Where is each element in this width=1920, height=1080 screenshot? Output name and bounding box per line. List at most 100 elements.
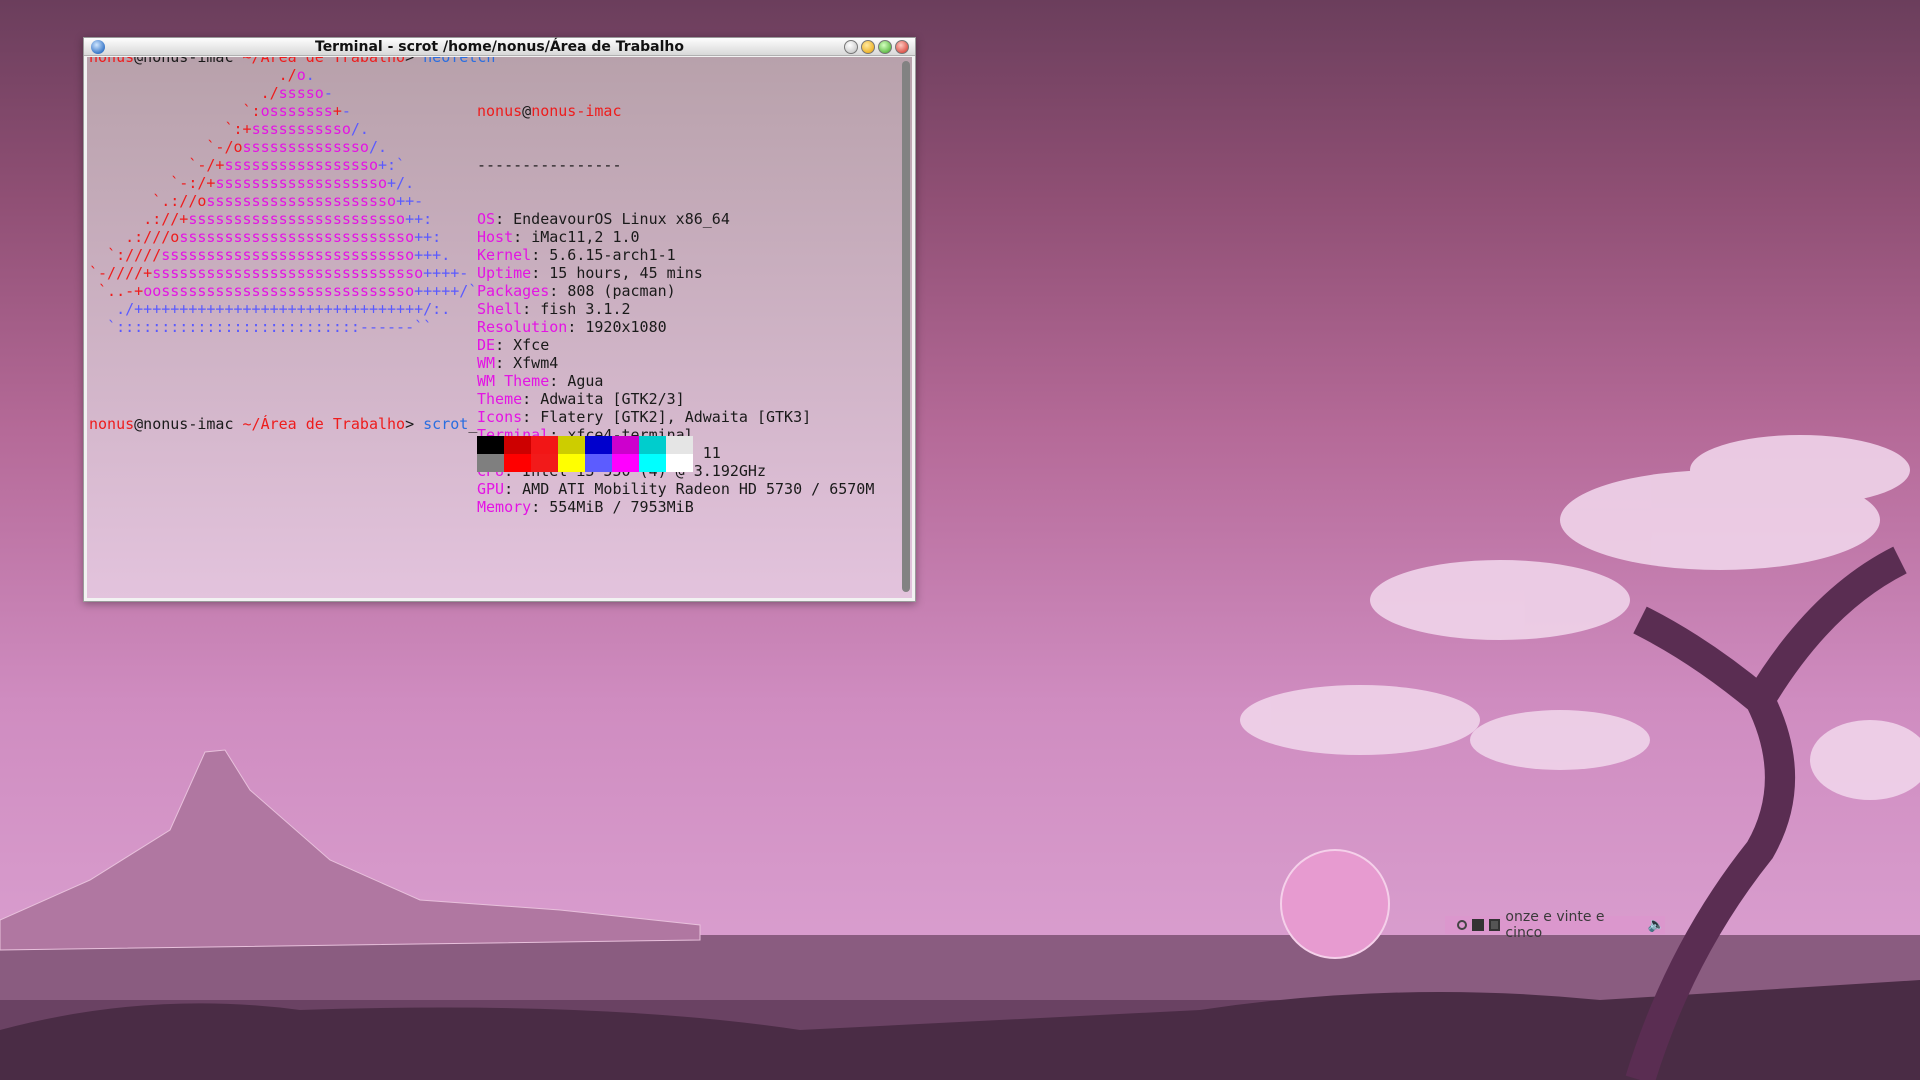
ascii-segment: `:	[242, 102, 261, 120]
ascii-segment	[89, 120, 224, 138]
ascii-segment	[89, 138, 206, 156]
info-item: Theme: Adwaita [GTK2/3]	[477, 390, 874, 408]
info-item: GPU: AMD ATI Mobility Radeon HD 5730 / 6…	[477, 480, 874, 498]
ascii-segment: sssssssssssssssso	[224, 156, 378, 174]
ascii-line: `..-+oossssssssssssssssssssssssssso+++++…	[89, 282, 477, 300]
color-swatch	[477, 436, 504, 454]
ascii-segment: `..-+	[98, 282, 144, 300]
prompt-sep: >	[405, 415, 424, 433]
command: scrot	[423, 415, 469, 433]
maximize-button[interactable]	[878, 40, 892, 54]
ascii-segment	[89, 84, 261, 102]
info-item: Host: iMac11,2 1.0	[477, 228, 874, 246]
ascii-line: `-////+ssssssssssssssssssssssssssssso+++…	[89, 264, 468, 282]
ascii-segment: .	[305, 66, 315, 84]
terminal-content[interactable]: nonus@nonus-imac ~/Área de Trabalho> neo…	[87, 57, 912, 598]
mountain	[0, 749, 701, 951]
ascii-line: `-:/+sssssssssssssssssso+/.	[89, 174, 414, 192]
volume-icon[interactable]: 🔈	[1648, 917, 1665, 933]
info-value: Xfwm4	[513, 354, 559, 372]
color-swatch	[666, 454, 693, 472]
ascii-segment: +	[332, 102, 342, 120]
terminal-icon[interactable]	[1471, 919, 1484, 931]
ascii-segment	[89, 300, 116, 318]
info-value: Xfce	[513, 336, 550, 354]
info-colon: :	[495, 336, 514, 354]
ascii-segment: .://+	[143, 210, 189, 228]
ascii-segment: `-////+	[89, 264, 153, 282]
ascii-segment: ++++-	[423, 264, 469, 282]
info-key: Host	[477, 228, 514, 246]
prompt-path: ~/Área de Trabalho	[233, 415, 406, 433]
prompt-host: @nonus-imac	[134, 57, 234, 66]
clock[interactable]: onze e vinte e cinco	[1505, 909, 1642, 941]
info-colon: :	[549, 282, 568, 300]
color-swatch	[531, 454, 558, 472]
info-colon: :	[522, 408, 541, 426]
info-item: Icons: Flatery [GTK2], Adwaita [GTK3]	[477, 408, 874, 426]
ascii-segment: sssssssssssssssssssso	[206, 192, 397, 210]
ascii-line: .://+ssssssssssssssssssssssso++:	[89, 210, 432, 228]
prompt-line-2: nonus@nonus-imac ~/Área de Trabalho> scr…	[89, 415, 477, 433]
window-icon[interactable]	[1488, 919, 1501, 931]
ascii-segment: `:::::::::::::::::::::::::::------``	[107, 318, 433, 336]
ascii-segment	[89, 66, 279, 84]
close-button[interactable]	[895, 40, 909, 54]
info-value: Adwaita [GTK2/3]	[540, 390, 685, 408]
ascii-segment: ++-	[396, 192, 424, 210]
info-item: Resolution: 1920x1080	[477, 318, 874, 336]
color-swatch	[558, 454, 585, 472]
info-value: AMD ATI Mobility Radeon HD 5730 / 6570M	[522, 480, 875, 498]
title-bar[interactable]: Terminal - scrot /home/nonus/Área de Tra…	[84, 38, 915, 56]
info-value: 808 (pacman)	[567, 282, 676, 300]
ascii-segment: `:+	[224, 120, 252, 138]
info-colon: :	[504, 480, 523, 498]
ascii-segment	[89, 228, 125, 246]
info-colon: :	[522, 390, 541, 408]
ascii-segment: `.://o	[152, 192, 207, 210]
ascii-segment: /.	[350, 120, 369, 138]
ascii-segment: ssssssssssssso	[242, 138, 369, 156]
ascii-line: .:///ossssssssssssssssssssssssso++:	[89, 228, 441, 246]
info-value: iMac11,2 1.0	[531, 228, 640, 246]
ascii-segment	[89, 174, 170, 192]
terminal-window[interactable]: Terminal - scrot /home/nonus/Área de Tra…	[83, 37, 916, 602]
ascii-segment: o	[296, 66, 306, 84]
ascii-segment	[89, 246, 107, 264]
info-colon: :	[513, 228, 532, 246]
ascii-segment: /.	[368, 138, 388, 156]
color-swatch	[585, 454, 612, 472]
info-key: Packages	[477, 282, 550, 300]
ascii-line: `:////ssssssssssssssssssssssssssso+++.	[89, 246, 450, 264]
color-swatch	[531, 436, 558, 454]
ascii-segment: ./	[278, 66, 297, 84]
panel: onze e vinte e cinco 🔈	[1445, 909, 1665, 941]
prompt-line-1: nonus@nonus-imac ~/Área de Trabalho> neo…	[89, 57, 495, 66]
ascii-segment: ssssssssssssssssssssssssso	[179, 228, 415, 246]
info-colon: :	[495, 210, 514, 228]
ascii-line: `:osssssss+-	[89, 102, 351, 120]
ascii-segment: sssssssssssssssssso	[215, 174, 388, 192]
info-host: nonus-imac	[531, 102, 622, 120]
search-icon[interactable]	[1457, 920, 1467, 930]
info-value: fish 3.1.2	[540, 300, 631, 318]
ascii-segment: ++:	[405, 210, 433, 228]
info-key: Memory	[477, 498, 532, 516]
info-key: Kernel	[477, 246, 532, 264]
shade-button[interactable]	[844, 40, 858, 54]
ascii-segment: -	[323, 84, 333, 102]
ascii-segment	[89, 192, 152, 210]
scrollbar[interactable]	[902, 61, 910, 592]
prompt-host: @nonus-imac	[134, 415, 234, 433]
info-value: 1920x1080	[585, 318, 667, 336]
prompt-user: nonus	[89, 415, 135, 433]
info-item: OS: EndeavourOS Linux x86_64	[477, 210, 874, 228]
ascii-line: ./sssso-	[89, 84, 333, 102]
info-colon: :	[531, 498, 550, 516]
ascii-segment: ssssssssssssssssssssssssssssso	[152, 264, 424, 282]
minimize-button[interactable]	[861, 40, 875, 54]
info-key: DE	[477, 336, 496, 354]
info-colon: :	[522, 300, 541, 318]
ascii-segment: ssssssssssssssssssssssssssso	[161, 246, 415, 264]
info-colon: :	[495, 354, 514, 372]
